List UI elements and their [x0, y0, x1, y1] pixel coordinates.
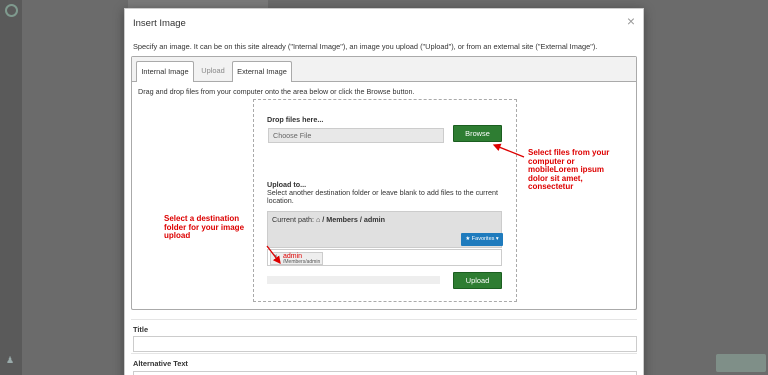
dialog-description: Specify an image. It can be on this site…	[133, 42, 598, 51]
logo-icon	[5, 4, 18, 17]
dialog-title: Insert Image	[133, 18, 186, 29]
arrow-to-folder	[266, 245, 281, 265]
annotation-arrows	[266, 143, 525, 265]
alt-text-label: Alternative Text	[133, 359, 188, 368]
divider	[131, 353, 637, 354]
close-icon[interactable]: ×	[627, 13, 635, 29]
divider	[131, 319, 637, 320]
title-input[interactable]	[133, 336, 637, 352]
title-label: Title	[133, 325, 149, 334]
arrow-to-browse	[492, 143, 525, 158]
alt-text-input[interactable]	[133, 371, 637, 375]
insert-image-dialog: Insert Image × Specify an image. It can …	[124, 8, 644, 375]
image-source-panel: Internal Image Upload External Image Dra…	[131, 56, 637, 310]
background-sidebar: ♟	[0, 0, 22, 375]
background-button	[716, 354, 766, 372]
user-icon: ♟	[6, 355, 15, 365]
